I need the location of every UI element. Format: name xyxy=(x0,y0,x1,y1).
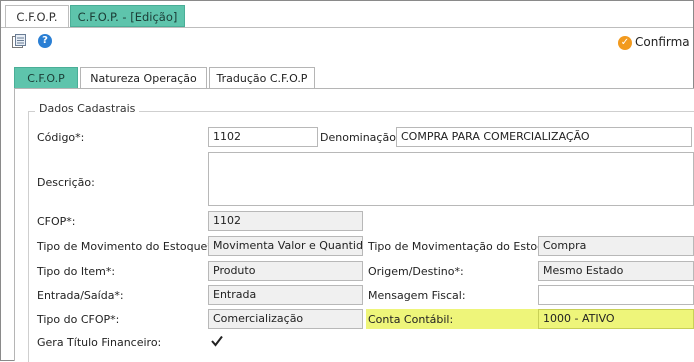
entrada-saida-select[interactable]: Entrada xyxy=(208,285,363,305)
tab-cfop[interactable]: C.F.O.P xyxy=(14,67,78,88)
descricao-textarea[interactable] xyxy=(208,152,694,206)
tab-traducao-cfop[interactable]: Tradução C.F.O.P xyxy=(209,67,315,88)
tab-cfop-edit[interactable]: C.F.O.P. - [Edição] xyxy=(70,5,185,27)
mensagem-fiscal-input[interactable] xyxy=(538,285,694,305)
tipo-mov-estoque-select[interactable]: Movimenta Valor e Quantidade xyxy=(208,236,363,256)
confirm-label: Confirma xyxy=(635,35,690,49)
tab-cfop-list[interactable]: C.F.O.P. xyxy=(5,5,69,27)
denominacao-label: Denominação*: xyxy=(320,131,406,144)
conta-contabil-label: Conta Contábil: xyxy=(368,313,454,326)
gera-titulo-label: Gera Título Financeiro: xyxy=(37,336,162,349)
group-title: Dados Cadastrais xyxy=(35,102,140,115)
conta-contabil-input[interactable]: 1000 - ATIVO xyxy=(538,309,694,329)
codigo-label: Código*: xyxy=(37,131,85,144)
tipo-movimentacao-select[interactable]: Compra xyxy=(538,236,694,256)
cfop-input[interactable]: 1102 xyxy=(208,211,363,231)
toolbar: ? ✓ Confirma xyxy=(1,28,693,56)
tipo-item-select[interactable]: Produto xyxy=(208,261,363,281)
tipo-cfop-select[interactable]: Comercialização xyxy=(208,309,363,329)
checkmark-icon xyxy=(211,335,223,347)
top-tab-bar: C.F.O.P. C.F.O.P. - [Edição] xyxy=(1,1,693,27)
mensagem-fiscal-label: Mensagem Fiscal: xyxy=(368,289,466,302)
confirm-button[interactable]: ✓ Confirma xyxy=(618,33,690,51)
descricao-label: Descrição: xyxy=(37,176,95,189)
tipo-mov-estoque-label: Tipo de Movimento do Estoque*: xyxy=(37,240,217,253)
entrada-saida-label: Entrada/Saída*: xyxy=(37,289,124,302)
denominacao-input[interactable]: COMPRA PARA COMERCIALIZAÇÃO xyxy=(396,127,692,147)
tab-natureza-operacao[interactable]: Natureza Operação xyxy=(80,67,207,88)
gera-titulo-checkbox[interactable] xyxy=(210,334,224,348)
cfop-label: CFOP*: xyxy=(37,215,76,228)
origem-destino-select[interactable]: Mesmo Estado xyxy=(538,261,694,281)
tipo-cfop-label: Tipo do CFOP*: xyxy=(37,313,120,326)
grid-icon[interactable] xyxy=(12,34,26,48)
origem-destino-label: Origem/Destino*: xyxy=(368,265,464,278)
codigo-input[interactable]: 1102 xyxy=(208,127,318,147)
tipo-item-label: Tipo do Item*: xyxy=(37,265,116,278)
help-icon[interactable]: ? xyxy=(38,34,52,48)
check-circle-icon: ✓ xyxy=(618,35,632,50)
